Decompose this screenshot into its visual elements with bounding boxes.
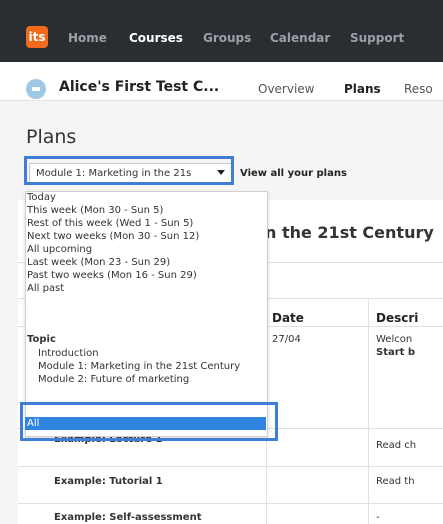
page-title: Plans: [26, 126, 77, 148]
nav-courses[interactable]: Courses: [129, 31, 183, 45]
table-cell-date: 27/04: [272, 334, 301, 345]
dropdown-option[interactable]: This week (Mon 30 - Sun 5): [27, 205, 163, 217]
tab-overview[interactable]: Overview: [258, 82, 315, 96]
column-header-date: Date: [272, 311, 304, 325]
table-cell-description: Welcon: [376, 334, 413, 345]
nav-groups[interactable]: Groups: [203, 31, 251, 45]
dropdown-option[interactable]: Introduction: [38, 348, 99, 360]
table-cell-description: Read ch: [376, 440, 417, 451]
table-cell-description: -: [376, 512, 380, 523]
column-divider: [368, 298, 369, 524]
tab-plans[interactable]: Plans: [344, 82, 381, 96]
tab-resources[interactable]: Reso: [404, 82, 433, 96]
its-logo[interactable]: its: [26, 26, 48, 48]
dropdown-option[interactable]: Module 2: Future of marketing: [38, 374, 189, 386]
dropdown-option[interactable]: Module 1: Marketing in the 21st Century: [38, 361, 240, 373]
all-option-highlight-box: [20, 402, 278, 441]
nav-calendar[interactable]: Calendar: [270, 31, 330, 45]
dropdown-group-label: Topic: [27, 334, 56, 345]
course-title[interactable]: Alice's First Test C...: [59, 79, 219, 95]
nav-home[interactable]: Home: [68, 31, 107, 45]
course-icon: [26, 79, 46, 99]
table-cell-activity[interactable]: Example: Tutorial 1: [54, 476, 163, 487]
plan-title: n the 21st Century: [265, 223, 434, 242]
dropdown-option[interactable]: Rest of this week (Wed 1 - Sun 5): [27, 218, 193, 230]
column-header-description: Descri: [376, 311, 419, 325]
dropdown-option[interactable]: Next two weeks (Mon 30 - Sun 12): [27, 231, 199, 243]
dropdown-option[interactable]: Last week (Mon 23 - Sun 29): [27, 257, 170, 269]
select-highlight-box: [24, 156, 234, 185]
dropdown-option[interactable]: All past: [27, 283, 64, 295]
table-cell-activity[interactable]: Example: Self-assessment: [54, 512, 201, 523]
view-all-plans-link[interactable]: View all your plans: [240, 168, 347, 179]
row-divider: [18, 503, 443, 504]
dropdown-option[interactable]: Today: [27, 192, 56, 204]
nav-support[interactable]: Support: [350, 31, 404, 45]
table-cell-description: Start b: [376, 347, 416, 358]
dropdown-option[interactable]: Past two weeks (Mon 16 - Sun 29): [27, 270, 197, 282]
table-cell-description: Read th: [376, 476, 415, 487]
dropdown-option[interactable]: All upcoming: [27, 244, 92, 256]
row-divider: [18, 466, 443, 467]
